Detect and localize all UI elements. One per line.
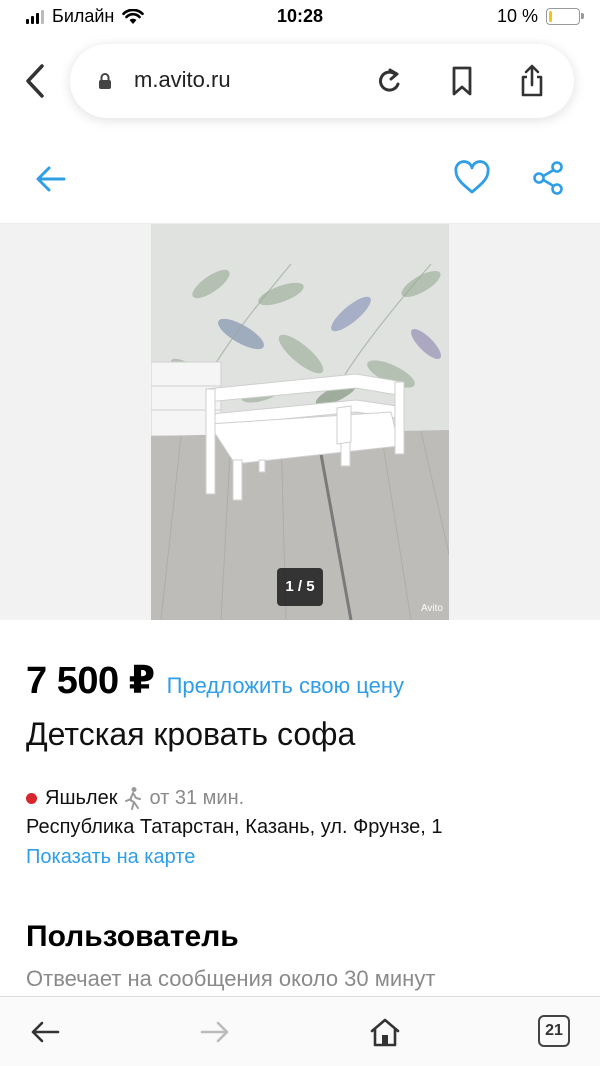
metro-station: Яшьлек [45, 786, 118, 809]
url-bar[interactable]: m.avito.ru [70, 44, 574, 118]
back-arrow-icon[interactable] [34, 164, 68, 194]
listing-photo[interactable]: 1 / 5 Avito [151, 224, 449, 620]
photo-gallery[interactable]: 1 / 5 Avito [0, 224, 600, 620]
favorite-heart-icon[interactable] [453, 160, 491, 196]
tabs-icon[interactable]: 21 [538, 1015, 570, 1047]
battery-icon [546, 8, 584, 25]
seller-reply-note: Отвечает на сообщения около 30 минут [26, 966, 436, 991]
forward-arrow-icon[interactable] [198, 1015, 232, 1049]
battery-percent: 10 % [496, 6, 538, 26]
url-text[interactable]: m.avito.ru [134, 67, 231, 93]
back-arrow-icon[interactable] [28, 1015, 62, 1049]
seller-section-title: Пользователь [26, 920, 239, 953]
share-icon[interactable] [516, 63, 548, 99]
photo-counter: 1 / 5 [277, 568, 323, 606]
watermark: Avito [420, 603, 443, 614]
listing-title: Детская кровать софа [26, 716, 356, 752]
share-nodes-icon[interactable] [530, 160, 566, 196]
back-chevron-icon[interactable] [22, 62, 50, 100]
browser-toolbar: 21 [0, 996, 600, 1066]
show-on-map-link[interactable]: Показать на карте [26, 846, 195, 869]
status-bar: Билайн 10:28 10 % [0, 0, 600, 34]
offer-price-link[interactable]: Предложить свою цену [167, 673, 404, 699]
bookmark-icon[interactable] [446, 63, 478, 99]
app-header [0, 140, 600, 224]
status-right: 10 % [496, 6, 584, 27]
metro-info: Яшьлек от 31 мин. [26, 786, 244, 810]
address: Республика Татарстан, Казань, ул. Фрунзе… [26, 816, 443, 838]
reload-icon[interactable] [374, 63, 406, 99]
price-row: 7 500 ₽ Предложить свою цену [26, 658, 404, 703]
home-icon[interactable] [368, 1015, 402, 1049]
price: 7 500 ₽ [26, 660, 155, 702]
lock-icon [99, 73, 111, 89]
metro-line-dot [26, 792, 37, 804]
walking-icon [125, 787, 142, 810]
walk-time: от 31 мин. [149, 786, 245, 809]
